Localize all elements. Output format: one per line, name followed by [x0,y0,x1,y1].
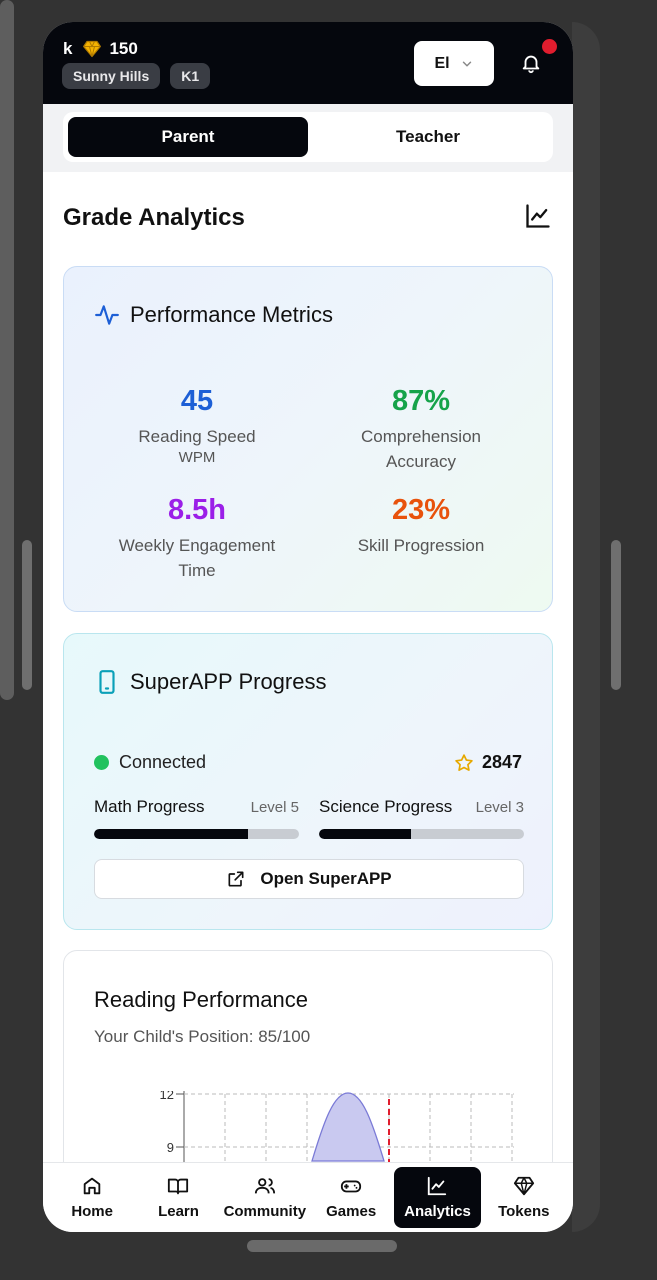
phone-frame-edge [572,22,600,1232]
nav-community[interactable]: Community [222,1167,308,1228]
performance-metrics-title: Performance Metrics [130,302,333,327]
phone-side-button-right [611,540,621,690]
chevron-down-icon [462,61,471,66]
open-superapp-button[interactable]: Open SuperAPP [94,859,524,899]
metric-value: 23% [391,494,451,526]
user-chips: Sunny Hills K1 [62,63,211,89]
user-initial[interactable]: k [63,39,72,59]
tab-teacher[interactable]: Teacher [308,117,548,157]
metric-value: 87% [391,385,451,417]
bell-icon[interactable] [520,52,542,74]
child-position: Your Child's Position: 85/100 [94,1027,311,1046]
page-title: Grade Analytics [63,204,245,231]
notification-badge [542,39,557,54]
distribution-curve [311,1092,385,1162]
science-progress: Science Progress Level 3 [319,797,524,839]
progress-bar-fill [94,829,248,839]
home-icon [83,1177,101,1195]
progress-bar-fill [319,829,412,839]
progress-level: Level 5 [250,799,299,816]
token-count: 150 [109,39,138,58]
nav-learn[interactable]: Learn [135,1167,221,1228]
nav-home[interactable]: Home [49,1167,135,1228]
school-badge: Sunny Hills [62,63,161,89]
nav-label: Community [223,1203,307,1220]
y-tick-label: 9 [167,1140,174,1155]
gem-icon [83,40,102,58]
phone-icon [99,670,115,694]
metric-label: Weekly Engagement Time [118,536,276,580]
reading-performance-title: Reading Performance [94,987,309,1012]
gem-icon [513,1176,534,1196]
tab-parent[interactable]: Parent [68,117,308,157]
line-chart-icon[interactable] [524,202,552,230]
users-icon [254,1178,275,1194]
connection-status: Connected [94,752,206,773]
reading-performance-card: Reading Performance Your Child's Positio… [63,950,553,1162]
metric-skill-progression: 23% Skill Progression [316,494,526,558]
nav-tokens[interactable]: Tokens [481,1167,567,1228]
metric-value: 45 [180,385,214,417]
book-icon [168,1178,189,1195]
metric-reading-speed: 45 Reading Speed WPM [92,385,302,467]
progress-bar [319,829,524,839]
metric-unit: WPM [178,449,216,466]
main-content: Grade Analytics Performance Metrics 45 R… [43,172,573,1162]
metric-engagement: 8.5h Weekly Engagement Time [92,494,302,583]
user-summary: k 150 [63,39,138,59]
star-icon [455,753,473,771]
grade-badge: K1 [170,63,211,89]
language-select[interactable]: El [414,41,494,86]
language-value: El [434,54,450,72]
metric-value: 8.5h [167,494,227,526]
metric-comprehension: 87% Comprehension Accuracy [316,385,526,474]
scrollbar[interactable] [0,0,14,700]
gamepad-icon [341,1180,362,1193]
progress-bar [94,829,299,839]
progress-name: Math Progress [94,797,205,816]
metric-label: Comprehension Accuracy [360,427,481,471]
phone-screen: k 150 Sunny Hills K1 El Parent Teacher G… [43,22,573,1232]
performance-metrics-card: Performance Metrics 45 Reading Speed WPM… [63,266,553,612]
status-text: Connected [119,752,207,772]
analytics-icon [428,1176,447,1196]
open-superapp-label: Open SuperAPP [260,869,392,888]
home-indicator[interactable] [247,1240,397,1252]
bottom-nav: Home Learn Community Games Analytics Tok… [43,1162,573,1232]
nav-label: Tokens [498,1203,550,1220]
distribution-chart: 12 9 [160,1091,514,1162]
math-progress: Math Progress Level 5 [94,797,299,839]
external-link-icon [228,871,244,887]
performance-metrics-header: Performance Metrics [94,302,333,328]
nav-label: Analytics [404,1203,471,1220]
activity-icon [95,305,119,325]
nav-games[interactable]: Games [308,1167,394,1228]
points-value: 2847 [481,752,522,772]
superapp-progress-card: SuperAPP Progress Connected 2847 Math Pr… [63,633,553,930]
role-toggle-area: Parent Teacher [43,104,573,172]
nav-label: Home [71,1203,113,1220]
status-dot [94,755,109,770]
superapp-title: SuperAPP Progress [130,669,327,694]
y-tick-label: 12 [160,1091,174,1102]
points-display: 2847 [454,752,522,773]
nav-analytics[interactable]: Analytics [394,1167,481,1228]
phone-side-button-left [22,540,32,690]
superapp-header: SuperAPP Progress [94,669,326,695]
metric-label: Reading Speed [138,427,256,446]
progress-level: Level 3 [475,799,524,816]
progress-name: Science Progress [319,797,453,816]
role-toggle: Parent Teacher [63,112,553,162]
nav-label: Learn [158,1203,199,1220]
top-bar: k 150 Sunny Hills K1 El [43,22,573,104]
metric-label: Skill Progression [357,536,485,555]
nav-label: Games [326,1203,377,1220]
